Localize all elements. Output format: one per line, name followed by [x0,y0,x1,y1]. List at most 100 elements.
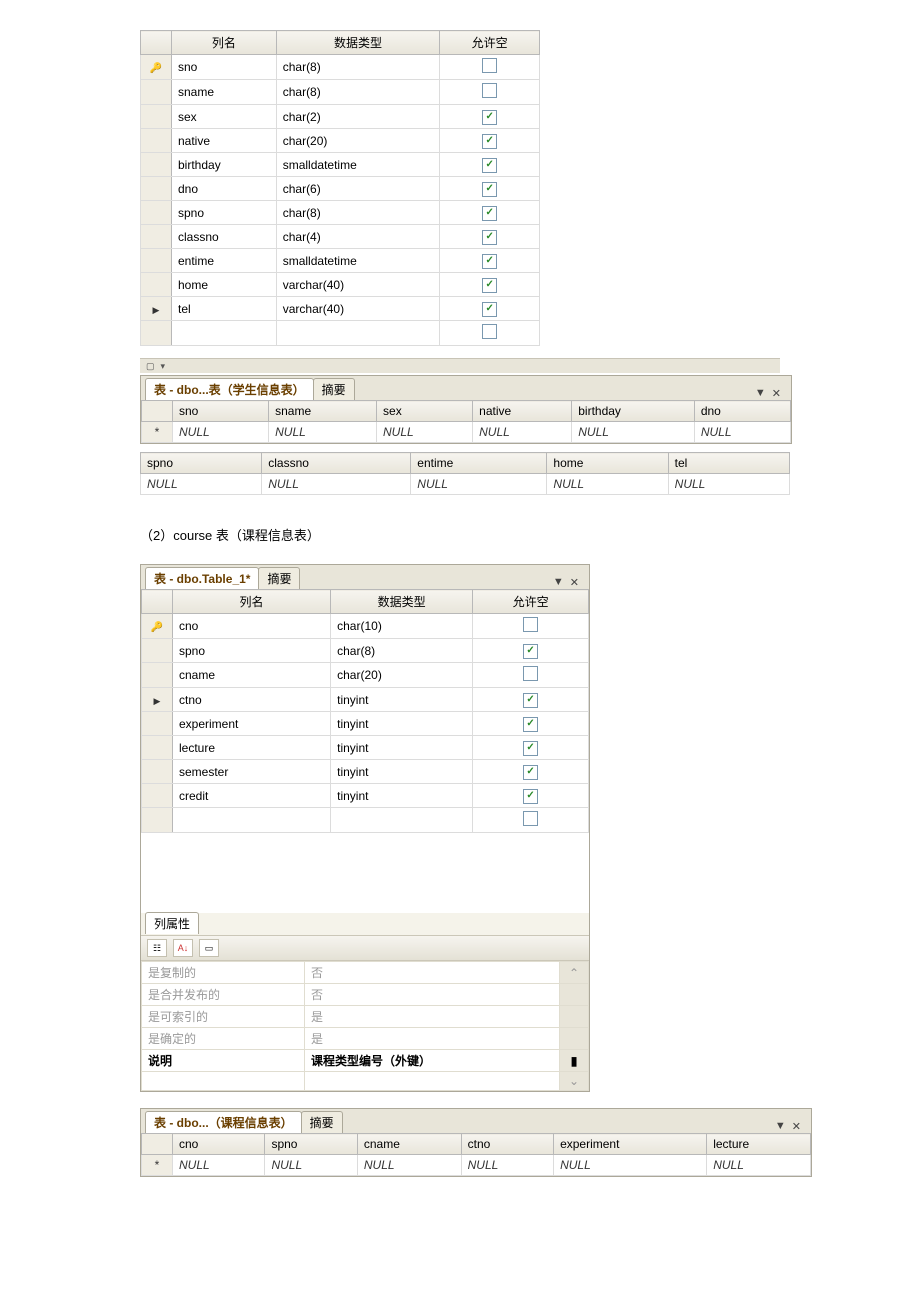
prop-page-button[interactable]: ▭ [199,939,219,957]
data-cell-null[interactable]: NULL [694,422,790,443]
dropdown-icon[interactable]: ▼ [755,387,766,400]
tab-course-table[interactable]: 表 - dbo...（课程信息表） [145,1111,302,1133]
allow-null-checkbox[interactable] [482,58,497,73]
data-type-cell[interactable]: char(8) [276,201,440,225]
data-type-cell[interactable]: tinyint [331,784,473,808]
property-value[interactable]: 否 [304,984,559,1006]
data-column-header[interactable]: entime [411,453,547,474]
column-name-cell[interactable]: credit [173,784,331,808]
column-name-cell[interactable]: birthday [172,153,277,177]
student-table-designer[interactable]: 列名 数据类型 允许空 🔑snochar(8)snamechar(8)sexch… [140,30,540,346]
data-column-header[interactable]: dno [694,401,790,422]
data-column-header[interactable]: sno [173,401,269,422]
header-col-name[interactable]: 列名 [173,590,331,614]
data-type-cell[interactable]: char(8) [276,55,440,80]
scroll-up-icon[interactable]: ⌃ [560,962,589,984]
property-row[interactable]: 是确定的是 [142,1028,589,1050]
data-cell-null[interactable]: NULL [377,422,473,443]
data-cell-null[interactable]: NULL [262,474,411,495]
data-column-header[interactable]: native [473,401,572,422]
allow-null-checkbox[interactable] [482,83,497,98]
property-value[interactable]: 是 [304,1006,559,1028]
empty-row[interactable] [141,321,540,346]
data-type-cell[interactable]: smalldatetime [276,249,440,273]
dropdown-icon[interactable]: ▼ [775,1120,786,1133]
tab-student-table[interactable]: 表 - dbo...表（学生信息表） [145,378,314,400]
data-column-header[interactable]: birthday [572,401,695,422]
allow-null-checkbox[interactable] [482,302,497,317]
property-value[interactable]: 否 [304,962,559,984]
allow-null-checkbox[interactable] [482,230,497,245]
column-row[interactable]: classnochar(4) [141,225,540,249]
data-type-cell[interactable]: tinyint [331,736,473,760]
column-row[interactable]: spnochar(8) [141,201,540,225]
column-row[interactable]: 🔑snochar(8) [141,55,540,80]
column-row[interactable]: ctnotinyint [142,688,589,712]
close-icon[interactable]: ✕ [570,576,579,589]
data-type-cell[interactable]: smalldatetime [276,153,440,177]
header-data-type[interactable]: 数据类型 [276,31,440,55]
column-row[interactable]: cnamechar(20) [142,663,589,688]
column-row[interactable]: lecturetinyint [142,736,589,760]
column-name-cell[interactable]: sname [172,80,277,105]
property-row[interactable]: 是复制的否⌃ [142,962,589,984]
allow-null-checkbox[interactable] [523,717,538,732]
header-allow-null[interactable]: 允许空 [440,31,540,55]
allow-null-checkbox[interactable] [523,644,538,659]
alphabetical-button[interactable]: A↓ [173,939,193,957]
data-type-cell[interactable]: char(10) [331,614,473,639]
column-name-cell[interactable]: dno [172,177,277,201]
column-name-cell[interactable]: classno [172,225,277,249]
allow-null-checkbox[interactable] [482,324,497,339]
column-row[interactable]: telvarchar(40) [141,297,540,321]
student-data-grid-2[interactable]: spnoclassnoentimehometel NULLNULLNULLNUL… [140,452,790,495]
course-table-designer[interactable]: 列名 数据类型 允许空 🔑cnochar(10)spnochar(8)cname… [141,589,589,833]
column-row[interactable]: experimenttinyint [142,712,589,736]
header-data-type[interactable]: 数据类型 [331,590,473,614]
data-type-cell[interactable]: char(8) [331,639,473,663]
data-column-header[interactable]: sex [377,401,473,422]
data-column-header[interactable]: lecture [707,1134,811,1155]
data-type-cell[interactable]: char(8) [276,80,440,105]
allow-null-checkbox[interactable] [482,134,497,149]
column-row[interactable]: homevarchar(40) [141,273,540,297]
tab-summary[interactable]: 摘要 [301,1111,343,1133]
data-cell-null[interactable]: NULL [411,474,547,495]
close-icon[interactable]: ✕ [792,1120,801,1133]
column-row[interactable]: credittinyint [142,784,589,808]
dropdown-icon[interactable]: ▼ [553,576,564,589]
data-cell-null[interactable]: NULL [173,422,269,443]
tab-course-designer[interactable]: 表 - dbo.Table_1* [145,567,259,589]
header-col-name[interactable]: 列名 [172,31,277,55]
tab-summary[interactable]: 摘要 [313,378,355,400]
data-cell-null[interactable]: NULL [173,1155,265,1176]
column-name-cell[interactable]: entime [172,249,277,273]
categorized-button[interactable]: ☷ [147,939,167,957]
property-value[interactable]: 课程类型编号（外键） [304,1050,559,1072]
scroll-track[interactable] [560,1028,589,1050]
scroll-track[interactable] [560,984,589,1006]
data-cell-null[interactable]: NULL [572,422,695,443]
data-column-header[interactable]: classno [262,453,411,474]
column-name-cell[interactable]: sex [172,105,277,129]
column-row[interactable]: dnochar(6) [141,177,540,201]
data-column-header[interactable]: cno [173,1134,265,1155]
property-row-description[interactable]: 说明 课程类型编号（外键） ▮ [142,1050,589,1072]
allow-null-checkbox[interactable] [523,617,538,632]
data-type-cell[interactable]: char(20) [331,663,473,688]
data-column-header[interactable]: experiment [554,1134,707,1155]
column-name-cell[interactable]: spno [173,639,331,663]
toolbar-dropdown-icon[interactable]: ▾ [161,361,166,372]
data-type-cell[interactable]: tinyint [331,760,473,784]
scroll-track[interactable] [560,1006,589,1028]
data-cell-null[interactable]: NULL [265,1155,357,1176]
scroll-down-icon[interactable]: ⌄ [560,1072,589,1091]
allow-null-checkbox[interactable] [482,158,497,173]
column-row[interactable]: snamechar(8) [141,80,540,105]
data-column-header[interactable]: ctno [461,1134,553,1155]
column-row[interactable]: 🔑cnochar(10) [142,614,589,639]
data-column-header[interactable]: spno [141,453,262,474]
data-column-header[interactable]: sname [269,401,377,422]
close-icon[interactable]: ✕ [772,387,781,400]
tab-summary[interactable]: 摘要 [258,567,300,589]
